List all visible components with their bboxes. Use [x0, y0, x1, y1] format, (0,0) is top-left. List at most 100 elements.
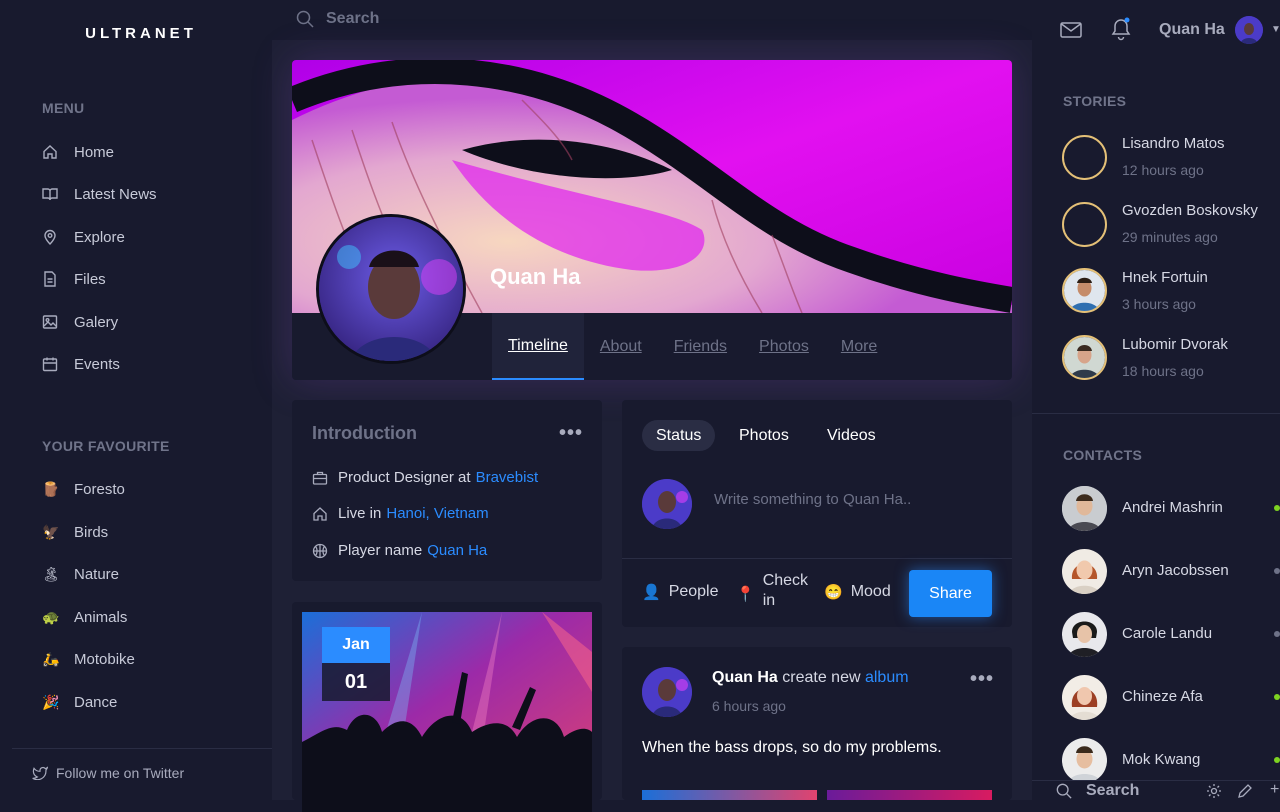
search-input[interactable]: Search — [296, 10, 379, 28]
tab-about[interactable]: About — [584, 313, 658, 380]
tab-status[interactable]: Status — [642, 420, 716, 451]
gear-icon[interactable] — [1206, 783, 1222, 799]
story-name[interactable]: Gvozden Boskovsky — [1122, 202, 1258, 219]
album-link[interactable]: album — [865, 669, 909, 686]
contact-name[interactable]: Andrei Mashrin — [1122, 499, 1223, 516]
tab-friends[interactable]: Friends — [658, 313, 743, 380]
contacts-title: CONTACTS — [1063, 447, 1143, 463]
basketball-icon — [312, 543, 328, 559]
intro-location: Live in Hanoi, Vietnam — [312, 505, 489, 522]
image-icon — [42, 314, 58, 330]
mood-button[interactable]: 😁 Mood — [824, 583, 891, 601]
scooter-icon: 🛵 — [42, 650, 60, 667]
sidebar-item-files[interactable]: Files — [42, 267, 106, 291]
messages-icon[interactable] — [1060, 21, 1082, 39]
post-photo[interactable] — [642, 790, 817, 800]
contact-name[interactable]: Chineze Afa — [1122, 688, 1203, 705]
sidebar-item-label: Dance — [74, 693, 118, 711]
brand-logo[interactable]: ULTRANET — [0, 25, 282, 42]
story-name[interactable]: Lisandro Matos — [1122, 135, 1225, 152]
contact-name[interactable]: Mok Kwang — [1122, 751, 1200, 768]
introduction-card: Introduction ••• Product Designer at Bra… — [292, 400, 602, 581]
online-status-dot — [1274, 757, 1280, 763]
twitter-label: Follow me on Twitter — [56, 765, 185, 781]
party-icon: 🎉 — [42, 693, 60, 710]
sidebar-item-label: Motobike — [74, 650, 135, 668]
sidebar-item-foresto[interactable]: 🪵 Foresto — [42, 477, 125, 501]
share-button[interactable]: Share — [909, 570, 992, 617]
chat-search-input[interactable]: Search — [1086, 782, 1139, 800]
post-photo[interactable] — [827, 790, 992, 800]
tag-people-button[interactable]: 👤 People — [642, 583, 719, 601]
home-icon — [312, 506, 328, 522]
post-author-avatar[interactable] — [642, 667, 692, 717]
current-user-name[interactable]: Quan Ha — [1159, 21, 1225, 39]
contact-avatar[interactable] — [1062, 675, 1107, 720]
notifications-icon[interactable] — [1110, 17, 1132, 41]
sidebar-item-motobike[interactable]: 🛵 Motobike — [42, 647, 135, 671]
event-date: Jan 01 — [322, 627, 390, 701]
edit-icon[interactable] — [1237, 783, 1253, 799]
people-label: People — [668, 583, 719, 600]
composer-actions: 👤 People 📍 Check in 😁 Mood Share — [622, 558, 1012, 626]
add-icon[interactable]: + — [1270, 781, 1279, 799]
sidebar-item-explore[interactable]: Explore — [42, 225, 125, 249]
current-user-avatar[interactable] — [1235, 16, 1263, 44]
sidebar-item-nature[interactable]: 🏝 Nature — [42, 562, 119, 586]
profile-avatar[interactable] — [316, 214, 466, 364]
tab-videos[interactable]: Videos — [813, 420, 890, 451]
sidebar-item-label: Galery — [74, 313, 119, 331]
post-author[interactable]: Quan Ha — [712, 669, 778, 686]
briefcase-icon — [312, 470, 328, 486]
turtle-icon: 🐢 — [42, 608, 60, 625]
sidebar-item-home[interactable]: Home — [42, 140, 114, 164]
sidebar-item-label: Files — [74, 270, 106, 288]
map-pin-icon: 📍 — [736, 586, 755, 603]
post-action: create new — [782, 669, 861, 686]
search-icon — [296, 10, 314, 28]
composer-avatar — [642, 479, 692, 529]
contact-avatar[interactable] — [1062, 486, 1107, 531]
event-day: 01 — [322, 663, 390, 701]
sidebar-item-events[interactable]: Events — [42, 352, 120, 376]
story-avatar[interactable] — [1062, 202, 1107, 247]
story-avatar[interactable] — [1062, 335, 1107, 380]
sidebar-item-galery[interactable]: Galery — [42, 310, 118, 334]
divider — [1032, 413, 1280, 414]
introduction-title: Introduction — [312, 423, 417, 443]
post-options-icon[interactable]: ••• — [970, 669, 994, 689]
contact-avatar[interactable] — [1062, 612, 1107, 657]
sidebar-item-label: Home — [74, 143, 115, 161]
contact-avatar[interactable] — [1062, 549, 1107, 594]
chevron-down-icon[interactable]: ▼ — [1271, 24, 1280, 35]
location-link[interactable]: Hanoi, Vietnam — [386, 505, 488, 522]
contact-name[interactable]: Carole Landu — [1122, 625, 1212, 642]
job-link[interactable]: Bravebist — [476, 469, 539, 486]
composer-input[interactable]: Write something to Quan Ha.. — [714, 491, 911, 508]
story-name[interactable]: Hnek Fortuin — [1122, 269, 1208, 286]
sidebar-item-birds[interactable]: 🦅 Birds — [42, 520, 108, 544]
player-link[interactable]: Quan Ha — [427, 542, 487, 559]
story-avatar[interactable] — [1062, 268, 1107, 313]
contact-avatar[interactable] — [1062, 738, 1107, 783]
tab-timeline[interactable]: Timeline — [492, 313, 584, 380]
sidebar-item-latest-news[interactable]: Latest News — [42, 182, 157, 206]
story-time: 12 hours ago — [1122, 162, 1204, 178]
more-options-icon[interactable]: ••• — [559, 423, 583, 443]
sidebar-item-animals[interactable]: 🐢 Animals — [42, 605, 127, 629]
tab-more[interactable]: More — [825, 313, 893, 380]
tab-photos-composer[interactable]: Photos — [725, 420, 803, 451]
online-status-dot — [1274, 694, 1280, 700]
mood-label: Mood — [850, 583, 891, 600]
left-sidebar: ULTRANET MENU Home Latest News Explore F… — [0, 0, 272, 800]
check-in-button[interactable]: 📍 Check in — [736, 571, 808, 611]
tab-photos[interactable]: Photos — [743, 313, 825, 380]
bird-icon: 🦅 — [42, 523, 60, 540]
intro-player: Player name Quan Ha — [312, 542, 487, 559]
story-avatar[interactable] — [1062, 135, 1107, 180]
contact-name[interactable]: Aryn Jacobssen — [1122, 562, 1229, 579]
follow-twitter-link[interactable]: Follow me on Twitter — [12, 748, 272, 781]
story-name[interactable]: Lubomir Dvorak — [1122, 336, 1228, 353]
sidebar-item-dance[interactable]: 🎉 Dance — [42, 690, 117, 714]
offline-status-dot — [1274, 631, 1280, 637]
